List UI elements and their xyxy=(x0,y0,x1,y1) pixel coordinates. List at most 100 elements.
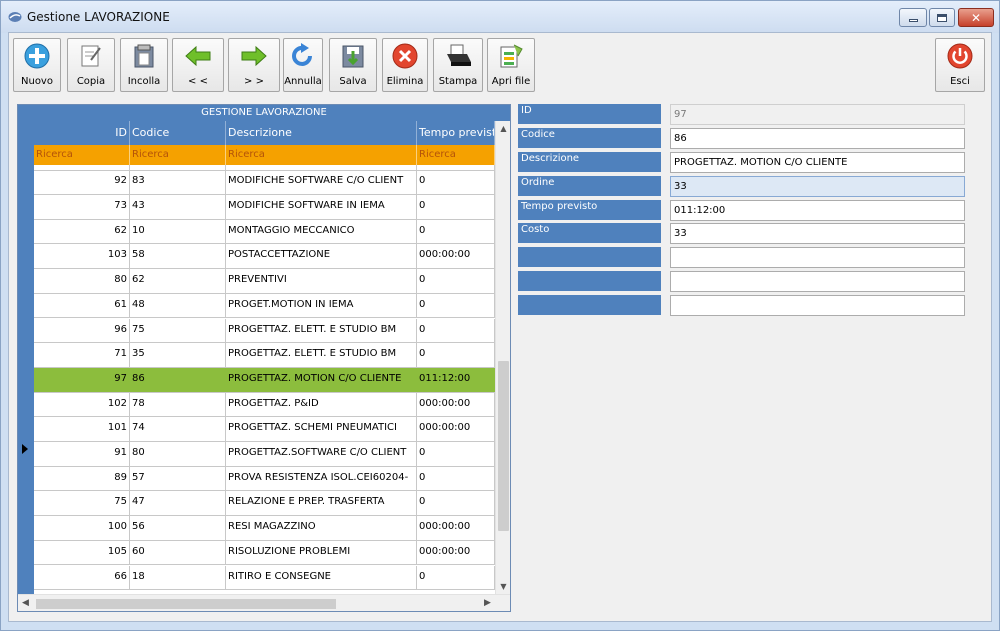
costo-label: Costo xyxy=(518,223,661,243)
empty-field[interactable] xyxy=(670,295,965,316)
tempo-previsto-label: Tempo previsto xyxy=(518,200,661,220)
printer-icon xyxy=(443,41,473,71)
cell-tempo: 000:00:00 xyxy=(417,244,495,269)
search-id-input[interactable]: Ricerca xyxy=(34,145,130,165)
table-row[interactable]: 62 10 MONTAGGIO MECCANICO 0 xyxy=(34,219,495,245)
previous-button[interactable]: < < xyxy=(172,38,224,92)
cell-tempo: 0 xyxy=(417,170,495,194)
id-label: ID xyxy=(518,104,661,124)
add-icon xyxy=(22,41,52,71)
empty-field[interactable] xyxy=(670,271,965,292)
cell-codice: 86 xyxy=(130,367,226,392)
search-descrizione-input[interactable]: Ricerca xyxy=(226,145,417,165)
power-icon xyxy=(945,41,975,71)
cell-descrizione: PROGETTAZ.SOFTWARE C/O CLIENT xyxy=(226,442,417,466)
table-row[interactable]: 71 35 PROGETTAZ. ELETT. E STUDIO BM 0 xyxy=(34,343,495,368)
codice-field[interactable]: 86 xyxy=(670,128,965,149)
cell-id: 73 xyxy=(34,195,130,219)
maximize-button[interactable] xyxy=(929,8,955,27)
undo-icon xyxy=(288,41,318,71)
cell-codice: 75 xyxy=(130,318,226,343)
close-icon: ✕ xyxy=(970,10,982,25)
cell-descrizione: RITIRO E CONSEGNE xyxy=(226,565,417,590)
table-row[interactable]: 103 58 POSTACCETTAZIONE 000:00:00 xyxy=(34,244,495,270)
elimina-button[interactable]: Elimina xyxy=(382,38,428,92)
table-row[interactable]: 92 83 MODIFICHE SOFTWARE C/O CLIENT 0 xyxy=(34,170,495,195)
cell-tempo: 0 xyxy=(417,491,495,516)
delete-icon xyxy=(390,41,420,71)
cell-codice: 18 xyxy=(130,565,226,590)
cell-id: 75 xyxy=(34,491,130,516)
cell-descrizione: MODIFICHE SOFTWARE C/O CLIENT xyxy=(226,170,417,194)
descrizione-field[interactable]: PROGETTAZ. MOTION C/O CLIENTE xyxy=(670,152,965,173)
cell-id: 102 xyxy=(34,392,130,417)
copia-button[interactable]: Copia xyxy=(67,38,115,92)
ordine-label: Ordine xyxy=(518,176,661,196)
horizontal-scroll-thumb[interactable] xyxy=(36,599,336,609)
vertical-scroll-thumb[interactable] xyxy=(498,361,509,531)
table-row[interactable]: 102 78 PROGETTAZ. P&ID 000:00:00 xyxy=(34,392,495,418)
incolla-button[interactable]: Incolla xyxy=(120,38,168,92)
table-row[interactable]: 66 18 RITIRO E CONSEGNE 0 xyxy=(34,565,495,591)
cell-id: 80 xyxy=(34,269,130,293)
column-header-id[interactable]: ID xyxy=(34,121,130,145)
scroll-down-icon[interactable]: ▼ xyxy=(496,579,510,594)
minimize-button[interactable] xyxy=(899,8,927,27)
cell-id: 89 xyxy=(34,466,130,491)
cell-descrizione: RELAZIONE E PREP. TRASFERTA xyxy=(226,491,417,516)
cell-codice: 56 xyxy=(130,516,226,540)
apri-file-button[interactable]: Apri file xyxy=(487,38,535,92)
title-bar[interactable]: Gestione LAVORAZIONE ✕ xyxy=(1,1,999,33)
search-codice-input[interactable]: Ricerca xyxy=(130,145,226,165)
table-row[interactable]: 73 43 MODIFICHE SOFTWARE IN IEMA 0 xyxy=(34,195,495,220)
salva-button[interactable]: Salva xyxy=(329,38,377,92)
ordine-field[interactable]: 33 xyxy=(670,176,965,197)
column-header-tempo[interactable]: Tempo previsto xyxy=(417,121,495,145)
annulla-label: Annulla xyxy=(284,76,322,87)
save-icon xyxy=(338,41,368,71)
previous-label: < < xyxy=(188,76,208,87)
column-header-codice[interactable]: Codice xyxy=(130,121,226,145)
stampa-label: Stampa xyxy=(438,76,478,87)
table-row[interactable]: 80 62 PREVENTIVI 0 xyxy=(34,269,495,294)
table-row[interactable]: 89 57 PROVA RESISTENZA ISOL.CEI60204- 0 xyxy=(34,466,495,492)
costo-field[interactable]: 33 xyxy=(670,223,965,244)
nuovo-button[interactable]: Nuovo xyxy=(13,38,61,92)
cell-id: 62 xyxy=(34,219,130,244)
table-row[interactable]: 96 75 PROGETTAZ. ELETT. E STUDIO BM 0 xyxy=(34,318,495,344)
salva-label: Salva xyxy=(339,76,367,87)
cell-descrizione: PROGETTAZ. P&ID xyxy=(226,392,417,417)
scroll-right-icon[interactable]: ▶ xyxy=(480,595,495,611)
table-row[interactable]: 91 80 PROGETTAZ.SOFTWARE C/O CLIENT 0 xyxy=(34,442,495,467)
esci-button[interactable]: Esci xyxy=(935,38,985,92)
scroll-up-icon[interactable]: ▲ xyxy=(496,121,510,136)
grid-rows: 92 83 MODIFICHE SOFTWARE C/O CLIENT 0 73 43 M… xyxy=(34,165,495,594)
stampa-button[interactable]: Stampa xyxy=(433,38,483,92)
table-row[interactable]: 101 74 PROGETTAZ. SCHEMI PNEUMATICI 000:00:… xyxy=(34,417,495,442)
table-row[interactable]: 61 48 PROGET.MOTION IN IEMA 0 xyxy=(34,293,495,319)
table-row-selected[interactable]: 97 86 PROGETTAZ. MOTION C/O CLIENTE 011:12:… xyxy=(34,367,495,393)
annulla-button[interactable]: Annulla xyxy=(283,38,323,92)
cell-codice: 48 xyxy=(130,293,226,318)
data-grid[interactable]: GESTIONE LAVORAZIONE ID Codice Descrizio… xyxy=(17,104,511,612)
scroll-left-icon[interactable]: ◀ xyxy=(18,595,33,611)
arrow-right-icon xyxy=(239,41,269,71)
grid-caption: GESTIONE LAVORAZIONE xyxy=(18,105,510,121)
cell-codice: 43 xyxy=(130,195,226,219)
table-row[interactable]: 75 47 RELAZIONE E PREP. TRASFERTA 0 xyxy=(34,491,495,517)
current-row-indicator-icon xyxy=(22,444,28,454)
horizontal-scrollbar[interactable]: ◀ ▶ xyxy=(18,594,510,611)
cell-codice: 62 xyxy=(130,269,226,293)
search-tempo-input[interactable]: Ricerca xyxy=(417,145,495,165)
next-button[interactable]: > > xyxy=(228,38,280,92)
empty-field[interactable] xyxy=(670,247,965,268)
cell-tempo: 0 xyxy=(417,318,495,343)
cell-id: 71 xyxy=(34,343,130,367)
table-row[interactable]: 105 60 RISOLUZIONE PROBLEMI 000:00:00 xyxy=(34,540,495,566)
vertical-scrollbar[interactable]: ▲ ▼ xyxy=(495,121,510,594)
tempo-previsto-field[interactable]: 011:12:00 xyxy=(670,200,965,221)
close-button[interactable]: ✕ xyxy=(958,8,994,27)
esci-label: Esci xyxy=(950,76,970,87)
column-header-descrizione[interactable]: Descrizione xyxy=(226,121,417,145)
table-row[interactable]: 100 56 RESI MAGAZZINO 000:00:00 xyxy=(34,516,495,541)
